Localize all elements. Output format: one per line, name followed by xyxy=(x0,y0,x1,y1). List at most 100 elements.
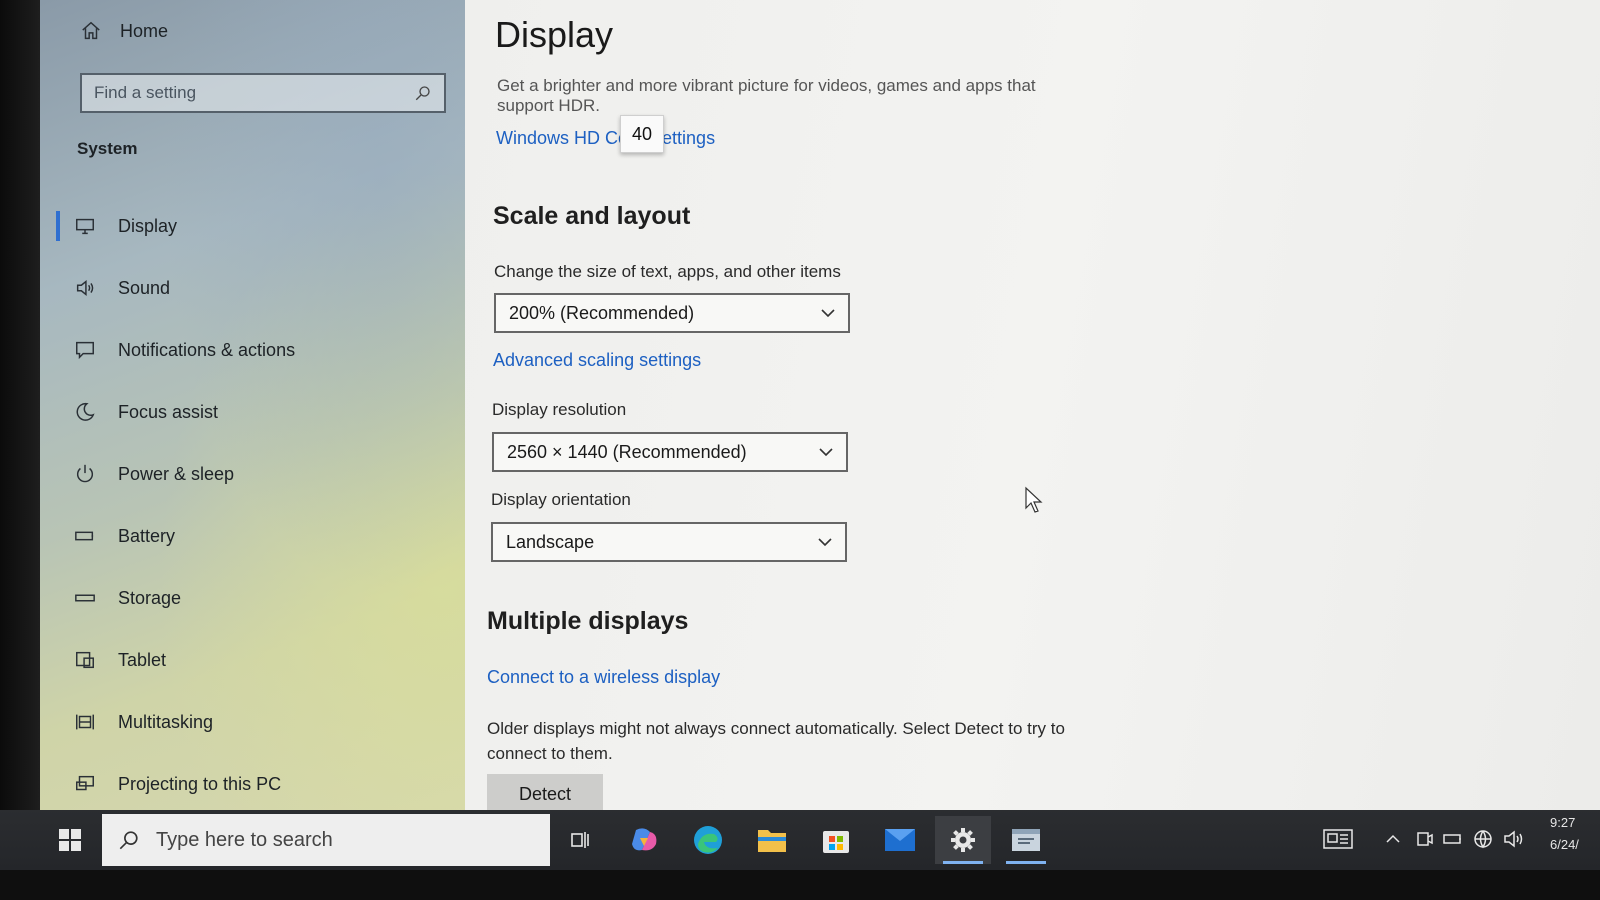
search-icon xyxy=(119,831,138,850)
taskbar-clock[interactable]: 9:27 6/24/ xyxy=(1550,812,1600,856)
scale-value: 200% (Recommended) xyxy=(509,302,695,323)
resolution-dropdown[interactable]: 2560 × 1440 (Recommended) xyxy=(492,432,848,472)
globe-icon xyxy=(1474,830,1492,849)
sidebar-item-storage[interactable]: Storage xyxy=(54,567,464,629)
sidebar-item-label: Sound xyxy=(118,277,171,298)
sidebar-item-label: Power & sleep xyxy=(118,463,235,484)
mail-icon xyxy=(885,829,915,851)
chevron-up-icon xyxy=(1386,834,1400,843)
home-label: Home xyxy=(120,20,169,41)
speaker-icon xyxy=(72,275,98,301)
copilot-button[interactable] xyxy=(616,816,672,864)
power-icon xyxy=(72,461,98,487)
file-explorer-icon xyxy=(758,830,786,852)
mouse-cursor-icon xyxy=(1025,486,1043,513)
scale-label: Change the size of text, apps, and other… xyxy=(494,262,841,281)
battery-icon xyxy=(1443,834,1461,844)
settings-sidebar: Home System Display Sound Notifications … xyxy=(40,0,465,830)
sidebar-item-label: Multitasking xyxy=(118,711,214,732)
sidebar-item-label: Notifications & actions xyxy=(118,339,296,360)
camera-icon xyxy=(1417,832,1433,846)
news-widget-button[interactable] xyxy=(1322,824,1354,854)
sidebar-item-projecting[interactable]: Projecting to this PC xyxy=(54,753,464,815)
resolution-label: Display resolution xyxy=(492,400,627,419)
screen-bottom-bezel xyxy=(0,870,1600,900)
notification-icon xyxy=(72,337,98,363)
tray-overflow-button[interactable] xyxy=(1384,824,1402,854)
scale-layout-heading: Scale and layout xyxy=(493,202,691,230)
chevron-down-icon xyxy=(818,538,832,547)
taskbar: 9:27 6/24/ xyxy=(0,810,1600,870)
orientation-value: Landscape xyxy=(506,531,595,552)
settings-window: Home System Display Sound Notifications … xyxy=(40,0,1600,830)
home-nav[interactable]: Home xyxy=(80,20,168,42)
edge-icon xyxy=(694,826,722,854)
news-icon xyxy=(1323,829,1353,849)
file-explorer-button[interactable] xyxy=(744,816,800,864)
find-setting-input[interactable] xyxy=(94,83,394,103)
resolution-value: 2560 × 1440 (Recommended) xyxy=(507,441,747,462)
scale-dropdown[interactable]: 200% (Recommended) xyxy=(494,293,850,333)
hdr-description: Get a brighter and more vibrant picture … xyxy=(497,76,1036,115)
app-window-button[interactable] xyxy=(998,816,1054,864)
tray-volume-button[interactable] xyxy=(1502,824,1526,854)
volume-icon xyxy=(1504,830,1523,848)
chevron-down-icon xyxy=(821,309,835,318)
settings-button[interactable] xyxy=(935,816,991,864)
find-setting-search[interactable] xyxy=(80,73,446,113)
advanced-scaling-link[interactable]: Advanced scaling settings xyxy=(493,350,701,371)
edge-button[interactable] xyxy=(680,816,736,864)
windows-logo-icon xyxy=(59,829,81,851)
moon-icon xyxy=(72,399,98,425)
section-label-system: System xyxy=(77,139,138,158)
sidebar-item-battery[interactable]: Battery xyxy=(54,505,464,567)
sidebar-item-display[interactable]: Display xyxy=(54,195,464,257)
home-icon xyxy=(82,21,100,40)
sidebar-item-label: Storage xyxy=(118,587,182,608)
sidebar-item-label: Display xyxy=(118,215,178,236)
search-icon[interactable] xyxy=(414,84,432,102)
chevron-down-icon xyxy=(819,448,833,457)
battery-icon xyxy=(72,523,98,549)
orientation-dropdown[interactable]: Landscape xyxy=(491,522,847,562)
sidebar-item-multitasking[interactable]: Multitasking xyxy=(54,691,464,753)
tray-network-button[interactable] xyxy=(1472,824,1494,854)
connect-wireless-display-link[interactable]: Connect to a wireless display xyxy=(487,667,720,688)
older-displays-description: Older displays might not always connect … xyxy=(487,719,1065,763)
app-window-icon xyxy=(1012,829,1040,851)
sidebar-item-label: Focus assist xyxy=(118,401,219,422)
task-view-icon xyxy=(571,832,589,848)
sidebar-nav: Display Sound Notifications & actions Fo… xyxy=(54,195,464,815)
mail-button[interactable] xyxy=(872,816,928,864)
sidebar-item-notifications[interactable]: Notifications & actions xyxy=(54,319,464,381)
projecting-icon xyxy=(72,771,98,797)
multiple-displays-heading: Multiple displays xyxy=(487,607,689,635)
store-icon xyxy=(823,831,849,853)
windows-hd-color-settings-link[interactable]: Windows HD Color settings xyxy=(496,128,715,149)
value-tooltip: 40 xyxy=(620,115,664,153)
taskbar-search-box[interactable] xyxy=(102,814,550,866)
tray-meet-button[interactable] xyxy=(1414,824,1434,854)
multitasking-icon xyxy=(72,709,98,735)
page-title: Display xyxy=(495,14,614,55)
sidebar-item-label: Tablet xyxy=(118,649,167,670)
sidebar-item-sound[interactable]: Sound xyxy=(54,257,464,319)
monitor-icon xyxy=(72,213,98,239)
clock-time: 9:27 xyxy=(1550,815,1576,830)
orientation-label: Display orientation xyxy=(491,490,631,509)
sidebar-item-tablet[interactable]: Tablet xyxy=(54,629,464,691)
sidebar-item-label: Battery xyxy=(118,525,176,546)
sidebar-item-focus-assist[interactable]: Focus assist xyxy=(54,381,464,443)
start-button[interactable] xyxy=(48,822,92,858)
copilot-icon xyxy=(632,828,657,851)
display-settings-page: Display Get a brighter and more vibrant … xyxy=(465,0,1600,830)
sidebar-item-power-sleep[interactable]: Power & sleep xyxy=(54,443,464,505)
store-button[interactable] xyxy=(808,816,864,864)
sidebar-item-label: Projecting to this PC xyxy=(118,773,282,794)
detect-button[interactable]: Detect xyxy=(487,774,603,814)
task-view-button[interactable] xyxy=(552,816,608,864)
settings-icon xyxy=(951,828,975,852)
tray-battery-button[interactable] xyxy=(1442,824,1464,854)
taskbar-search-input[interactable] xyxy=(156,828,536,852)
tablet-icon xyxy=(72,647,98,673)
